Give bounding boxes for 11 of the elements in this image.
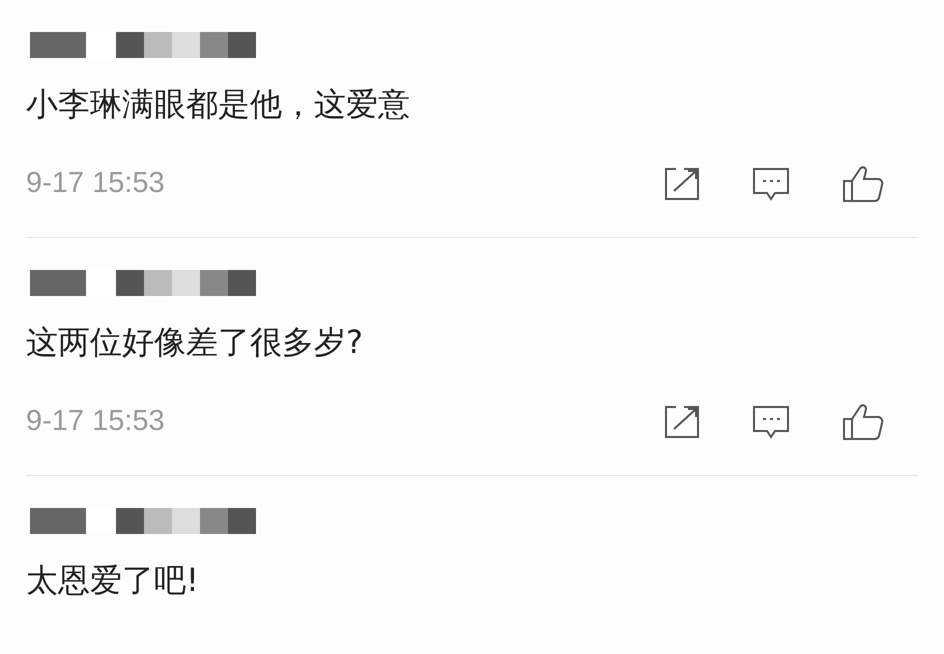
comment-text: 这两位好像差了很多岁? xyxy=(26,322,364,363)
comment-text: 小李琳满眼都是他，这爱意 xyxy=(26,84,411,125)
share-icon[interactable] xyxy=(664,404,700,439)
comment-icon[interactable] xyxy=(752,404,790,439)
comment-icon[interactable] xyxy=(752,166,790,201)
share-icon[interactable] xyxy=(664,166,700,201)
thumbs-up-icon[interactable] xyxy=(842,402,884,441)
thumbs-up-icon[interactable] xyxy=(842,164,884,203)
comment-time: 9-17 15:53 xyxy=(26,404,165,439)
comment-time: 9-17 15:53 xyxy=(26,166,165,201)
comment-text: 太恩爱了吧! xyxy=(26,560,200,601)
